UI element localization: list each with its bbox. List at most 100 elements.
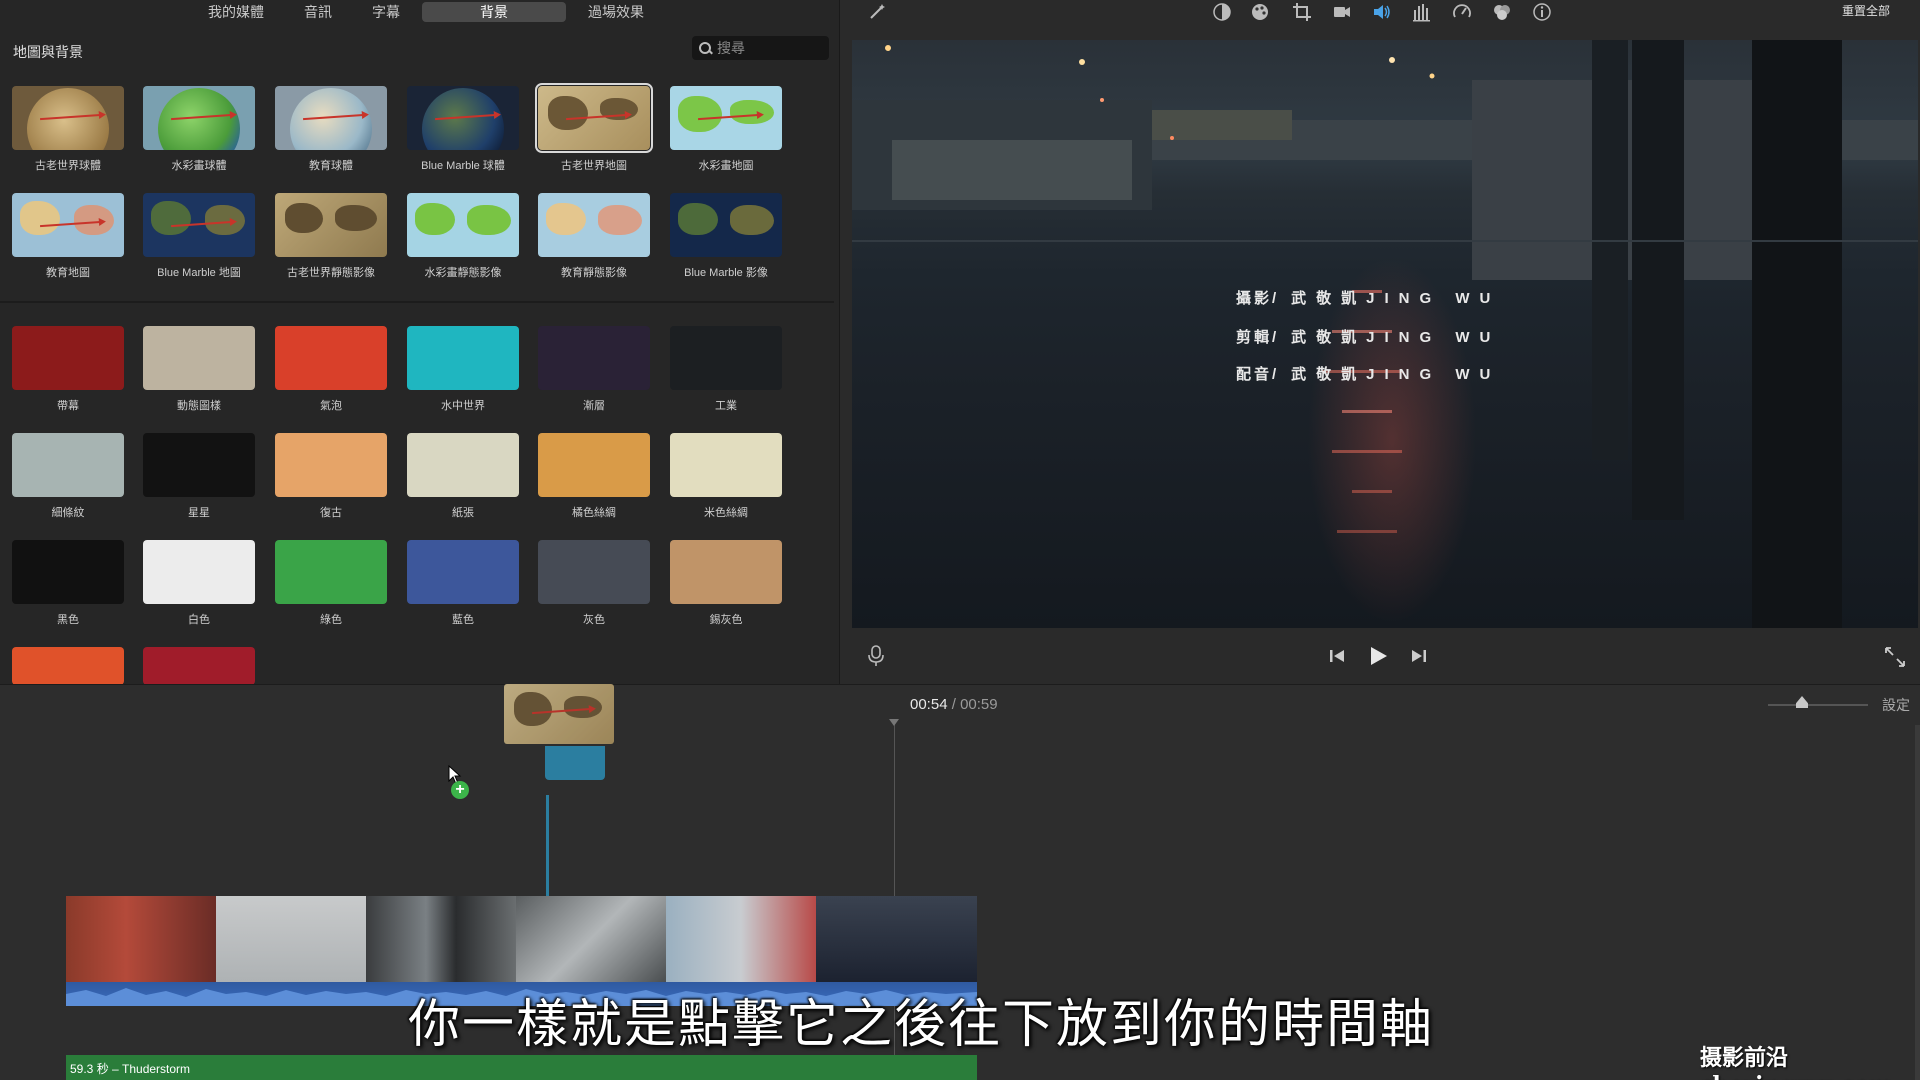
transport-controls: [840, 636, 1920, 676]
video-clip[interactable]: [366, 896, 516, 982]
map-item-label: 教育靜態影像: [561, 267, 627, 279]
video-clip-track[interactable]: [66, 896, 977, 982]
map-item[interactable]: Blue Marble 球體: [407, 86, 519, 173]
background-item-label: 氣泡: [320, 400, 342, 412]
tab-audio[interactable]: 音訊: [286, 2, 350, 22]
crop-icon[interactable]: [1292, 2, 1312, 22]
background-item[interactable]: 灰色: [538, 540, 650, 627]
map-item[interactable]: Blue Marble 地圖: [143, 193, 255, 280]
current-time: 00:54: [910, 696, 948, 713]
dragged-map-thumb[interactable]: [504, 684, 614, 744]
video-clip[interactable]: [666, 896, 816, 982]
background-item[interactable]: 米色絲綢: [670, 433, 782, 520]
background-item[interactable]: 白色: [143, 540, 255, 627]
play-icon[interactable]: [1366, 644, 1390, 668]
background-thumb: [407, 540, 519, 604]
background-item-label: 星星: [188, 507, 210, 519]
skip-back-icon[interactable]: [1328, 647, 1346, 665]
background-thumb: [407, 326, 519, 390]
tab-titles[interactable]: 字幕: [354, 2, 418, 22]
music-track[interactable]: 59.3 秒 – Thuderstorm: [66, 1055, 977, 1080]
background-thumb: [670, 433, 782, 497]
zoom-slider-thumb[interactable]: [1796, 696, 1808, 708]
fullscreen-icon[interactable]: [1884, 646, 1906, 668]
tab-backgrounds[interactable]: 背景: [422, 2, 566, 22]
background-thumb: [12, 647, 124, 685]
background-item-label: 灰色: [583, 614, 605, 626]
microphone-icon[interactable]: [866, 644, 886, 668]
map-item-label: Blue Marble 地圖: [157, 267, 241, 279]
background-item-label: 橘色絲綢: [572, 507, 616, 519]
map-item[interactable]: 古老世界球體: [12, 86, 124, 173]
background-thumb: [143, 326, 255, 390]
map-item-label: 水彩畫靜態影像: [424, 267, 502, 279]
map-item[interactable]: 水彩畫球體: [143, 86, 255, 173]
background-item[interactable]: 工業: [670, 326, 782, 413]
stabilization-icon[interactable]: [1332, 2, 1352, 22]
background-item[interactable]: 帶幕: [12, 326, 124, 413]
background-item[interactable]: 綠色: [275, 540, 387, 627]
equalizer-icon[interactable]: [1412, 2, 1432, 22]
background-item[interactable]: 黑色: [12, 540, 124, 627]
map-item[interactable]: 水彩畫靜態影像: [407, 193, 519, 280]
video-clip[interactable]: [816, 896, 977, 982]
skip-forward-icon[interactable]: [1410, 647, 1428, 665]
background-item[interactable]: 星星: [143, 433, 255, 520]
background-item[interactable]: 紙張: [407, 433, 519, 520]
map-item[interactable]: 教育地圖: [12, 193, 124, 280]
color-balance-icon[interactable]: [1212, 2, 1232, 22]
background-item[interactable]: 漸層: [538, 326, 650, 413]
video-clip[interactable]: [516, 896, 666, 982]
map-item[interactable]: 古老世界地圖: [535, 83, 653, 173]
map-item[interactable]: 教育靜態影像: [538, 193, 650, 280]
adjustments-toolbar: 重置全部: [840, 0, 1920, 24]
background-thumb: [143, 540, 255, 604]
background-item[interactable]: 氣泡: [275, 326, 387, 413]
background-item[interactable]: 藍色: [407, 540, 519, 627]
section-divider: [0, 301, 834, 303]
map-thumb: [407, 86, 519, 150]
color-correction-icon[interactable]: [1250, 2, 1270, 22]
map-thumb: [535, 83, 653, 153]
map-item-label: 水彩畫地圖: [698, 160, 754, 172]
map-item[interactable]: 古老世界靜態影像: [275, 193, 387, 280]
background-item-label: 漸層: [583, 400, 605, 412]
background-thumb: [143, 433, 255, 497]
background-item[interactable]: 橘色絲綢: [538, 433, 650, 520]
timeline-settings-button[interactable]: 設定: [1882, 695, 1910, 715]
background-item-label: 水中世界: [441, 400, 485, 412]
credit-line: 配音/武敬凱JING WU: [1236, 366, 1501, 383]
map-item[interactable]: 水彩畫地圖: [670, 86, 782, 173]
filter-icon[interactable]: [1492, 2, 1512, 22]
speed-icon[interactable]: [1452, 2, 1472, 22]
background-thumb: [407, 433, 519, 497]
map-item-label: Blue Marble 球體: [421, 160, 505, 172]
map-item-label: 古老世界球體: [35, 160, 101, 172]
zoom-slider-track[interactable]: [1768, 704, 1868, 706]
drop-line: [546, 795, 549, 899]
timeline-scrollbar[interactable]: [1915, 725, 1920, 1080]
map-item[interactable]: 教育球體: [275, 86, 387, 173]
video-clip[interactable]: [216, 896, 366, 982]
background-thumb: [275, 326, 387, 390]
time-separator: /: [951, 696, 956, 713]
magic-wand-icon[interactable]: [867, 2, 887, 22]
reset-all-button[interactable]: 重置全部: [1842, 2, 1890, 19]
map-item-label: 古老世界靜態影像: [287, 267, 375, 279]
background-item[interactable]: 水中世界: [407, 326, 519, 413]
tab-transitions[interactable]: 過場效果: [570, 2, 662, 22]
volume-icon[interactable]: [1372, 2, 1392, 22]
tab-my-media[interactable]: 我的媒體: [190, 2, 282, 22]
background-thumb: [12, 540, 124, 604]
background-item[interactable]: 動態圖樣: [143, 326, 255, 413]
map-thumb: [143, 193, 255, 257]
music-track-label: 59.3 秒 – Thuderstorm: [70, 1062, 191, 1076]
background-item[interactable]: 錫灰色: [670, 540, 782, 627]
info-icon[interactable]: [1532, 2, 1552, 22]
background-thumb: [670, 540, 782, 604]
search-field[interactable]: 搜尋: [692, 36, 829, 60]
background-item[interactable]: 復古: [275, 433, 387, 520]
background-item[interactable]: 細條紋: [12, 433, 124, 520]
map-item[interactable]: Blue Marble 影像: [670, 193, 782, 280]
video-clip[interactable]: [66, 896, 216, 982]
